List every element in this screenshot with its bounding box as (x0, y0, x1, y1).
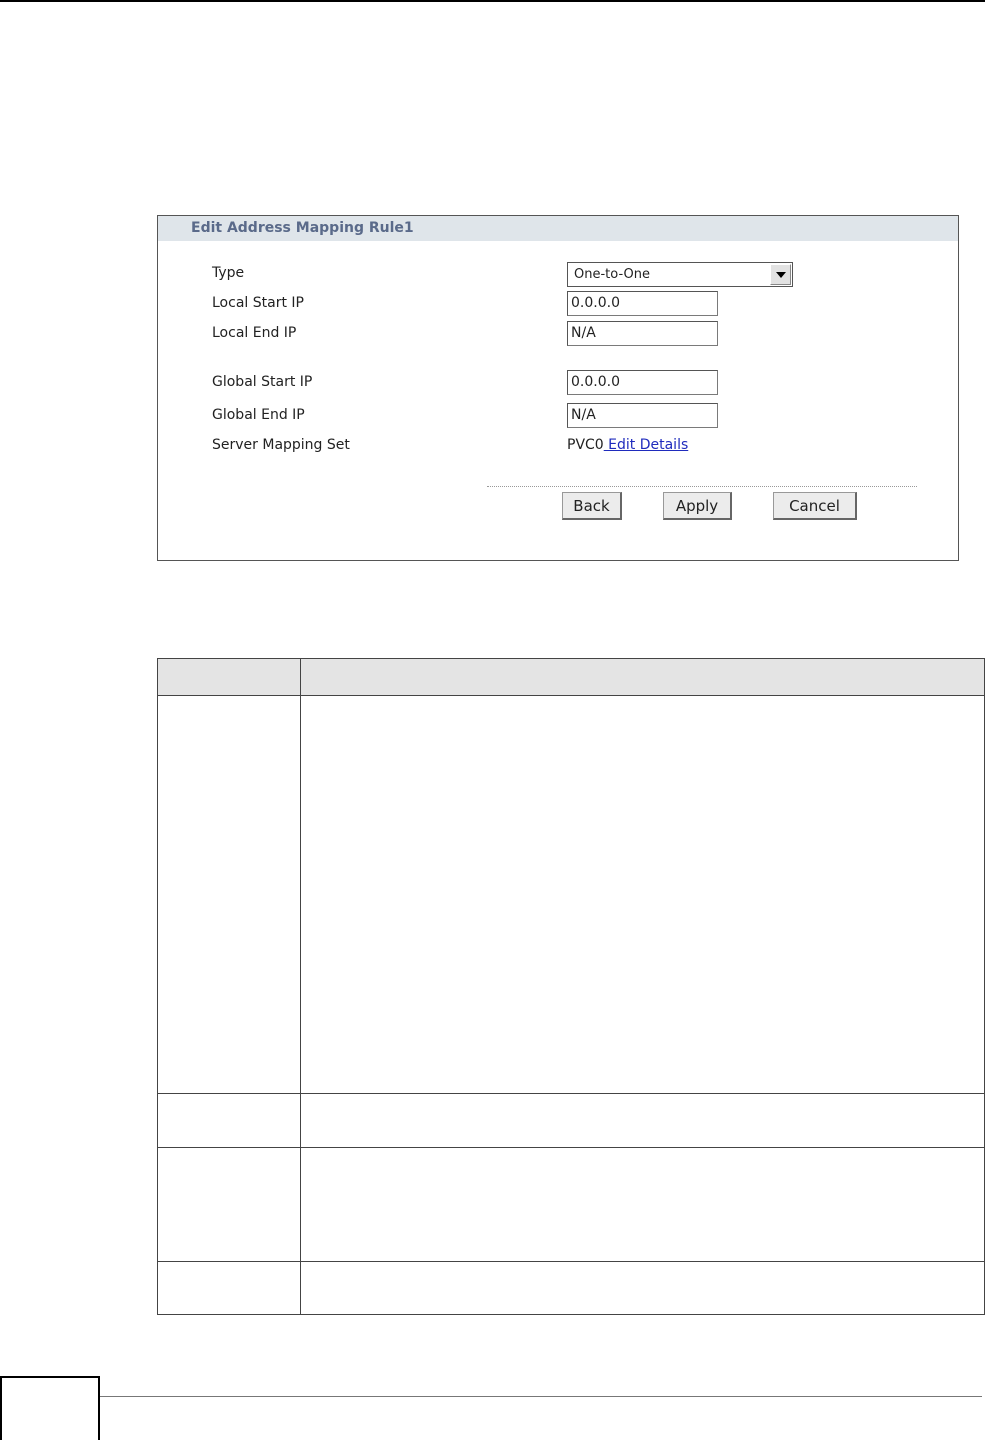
table-header-row (157, 658, 985, 696)
table-cell-description (300, 1093, 985, 1148)
local-start-ip-input[interactable]: 0.0.0.0 (567, 291, 718, 316)
global-start-ip-input[interactable]: 0.0.0.0 (567, 370, 718, 395)
server-mapping-set-label: Server Mapping Set (212, 437, 350, 453)
table-cell-description (300, 695, 985, 1094)
local-start-ip-label: Local Start IP (212, 295, 304, 311)
page-top-rule (0, 0, 985, 2)
edit-address-mapping-panel: Edit Address Mapping Rule1 Type One-to-O… (157, 215, 959, 561)
table-cell-description (300, 1261, 985, 1315)
global-start-ip-label: Global Start IP (212, 374, 313, 390)
type-label: Type (212, 265, 245, 281)
footer-rule (100, 1396, 982, 1397)
global-end-ip-input[interactable]: N/A (567, 403, 718, 428)
table-header-description (300, 658, 985, 696)
table-cell-label (157, 1147, 301, 1262)
table-cell-label (157, 1093, 301, 1148)
table-cell-description (300, 1147, 985, 1262)
server-mapping-set-value: PVC0 Edit Details (567, 437, 688, 453)
type-select[interactable]: One-to-One (567, 262, 793, 287)
description-table (157, 658, 985, 1315)
table-cell-label (157, 695, 301, 1094)
page-number-box (0, 1376, 100, 1440)
table-row (157, 1093, 985, 1148)
chevron-down-icon[interactable] (770, 264, 791, 285)
global-end-ip-label: Global End IP (212, 407, 305, 423)
apply-button[interactable]: Apply (663, 492, 732, 520)
local-end-ip-label: Local End IP (212, 325, 297, 341)
table-row (157, 1261, 985, 1315)
server-mapping-set-pvc: PVC0 (567, 437, 604, 453)
cancel-button[interactable]: Cancel (773, 492, 857, 520)
table-header-label (157, 658, 301, 696)
type-select-value: One-to-One (574, 267, 650, 282)
table-cell-label (157, 1261, 301, 1315)
local-end-ip-input[interactable]: N/A (567, 321, 718, 346)
edit-details-link[interactable]: Edit Details (604, 437, 688, 453)
button-separator (487, 486, 917, 487)
table-row (157, 1147, 985, 1262)
panel-title: Edit Address Mapping Rule1 (158, 216, 958, 241)
table-row (157, 695, 985, 1094)
back-button[interactable]: Back (562, 492, 622, 520)
